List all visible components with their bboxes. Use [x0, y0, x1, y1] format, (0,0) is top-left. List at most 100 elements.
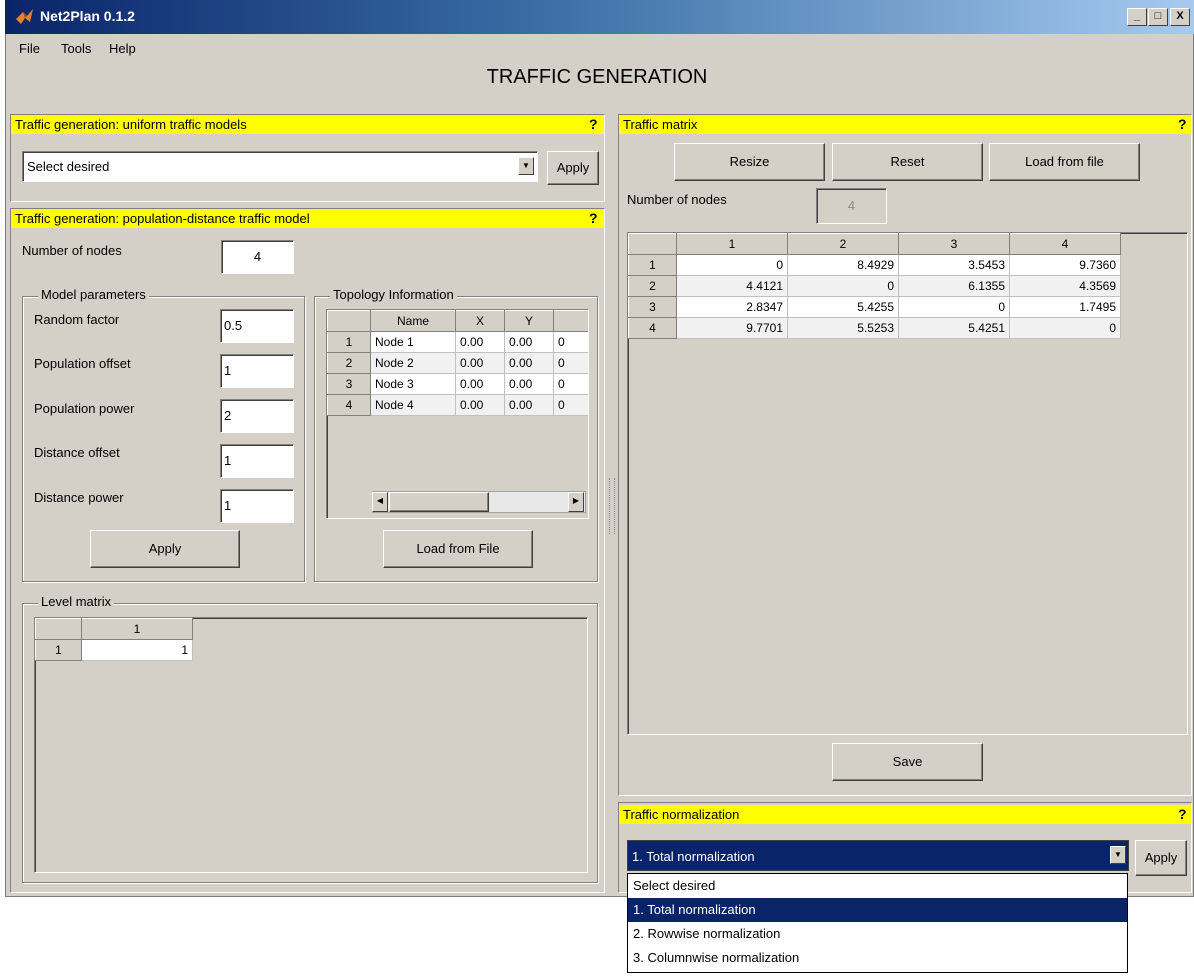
chevron-down-icon[interactable]: ▼ [518, 157, 534, 175]
table-cell[interactable]: 1.7495 [1009, 296, 1121, 318]
table-row[interactable]: 2 Node 2 0.00 0.00 0 [327, 352, 588, 374]
maximize-button[interactable]: □ [1148, 8, 1168, 26]
popdist-help-icon[interactable]: ? [589, 209, 598, 228]
uniform-apply-button[interactable]: Apply [547, 151, 599, 185]
table-cell[interactable]: 0.00 [504, 331, 554, 353]
table-row[interactable]: 3 2.8347 5.4255 0 1.7495 [628, 296, 1121, 318]
matrix-num-nodes-field: 4 [816, 188, 887, 224]
table-cell[interactable]: 0 [553, 394, 588, 416]
random-factor-input[interactable]: 0.5 [220, 309, 294, 343]
table-cell[interactable]: 2.8347 [676, 296, 788, 318]
table-cell[interactable]: 6.1355 [898, 275, 1010, 297]
menu-help[interactable]: Help [109, 41, 136, 56]
table-cell[interactable]: 8.4929 [787, 254, 899, 276]
normalization-apply-button[interactable]: Apply [1135, 840, 1187, 876]
distance-offset-input[interactable]: 1 [220, 444, 294, 478]
scroll-left-icon[interactable]: ◀ [372, 492, 388, 512]
reset-button[interactable]: Reset [832, 143, 983, 181]
table-cell[interactable]: 0.00 [455, 373, 505, 395]
title-bar[interactable] [5, 0, 1194, 34]
population-offset-input[interactable]: 1 [220, 354, 294, 388]
normalization-dropdown-list: Select desired 1. Total normalization 2.… [627, 873, 1128, 973]
table-cell[interactable]: 3.5453 [898, 254, 1010, 276]
table-cell[interactable]: 4.4121 [676, 275, 788, 297]
table-cell[interactable]: 0.00 [504, 394, 554, 416]
table-cell[interactable]: 5.4255 [787, 296, 899, 318]
normalization-select[interactable]: 1. Total normalization [627, 840, 1129, 871]
table-row[interactable]: 4 Node 4 0.00 0.00 0 [327, 394, 588, 416]
population-power-input[interactable]: 2 [220, 399, 294, 433]
table-cell[interactable]: 0.00 [504, 352, 554, 374]
load-matrix-button[interactable]: Load from file [989, 143, 1140, 181]
page-title: TRAFFIC GENERATION [486, 66, 708, 88]
column-header: 3 [898, 233, 1010, 255]
table-cell[interactable]: 5.4251 [898, 317, 1010, 339]
table-row[interactable]: 1 1 [35, 639, 193, 661]
corner-cell [35, 618, 82, 640]
table-cell[interactable]: 0.00 [504, 373, 554, 395]
table-cell[interactable]: 0 [553, 331, 588, 353]
row-header: 2 [628, 275, 677, 297]
table-cell[interactable]: 5.5253 [787, 317, 899, 339]
table-cell[interactable]: 9.7360 [1009, 254, 1121, 276]
table-row[interactable]: 3 Node 3 0.00 0.00 0 [327, 373, 588, 395]
menu-tools[interactable]: Tools [61, 41, 91, 56]
table-cell[interactable]: 0 [553, 373, 588, 395]
level-matrix-frame: 1 1 1 [34, 617, 588, 873]
table-cell[interactable]: 0.00 [455, 352, 505, 374]
dropdown-option[interactable]: Select desired [628, 874, 1127, 898]
table-cell[interactable]: Node 1 [370, 331, 456, 353]
distance-power-input[interactable]: 1 [220, 489, 294, 523]
minimize-button[interactable]: _ [1127, 8, 1147, 26]
table-cell[interactable]: 0 [676, 254, 788, 276]
dropdown-option[interactable]: 2. Rowwise normalization [628, 922, 1127, 946]
normalization-help-icon[interactable]: ? [1178, 805, 1187, 824]
load-topology-button[interactable]: Load from File [383, 530, 533, 568]
distance-power-label: Distance power [34, 490, 124, 505]
close-button[interactable]: X [1170, 8, 1190, 26]
table-cell[interactable]: 0 [1009, 317, 1121, 339]
scrollbar-thumb[interactable] [389, 492, 489, 512]
table-cell[interactable]: Node 2 [370, 352, 456, 374]
traffic-matrix-table: 1 2 3 4 1 0 8.4929 3.5453 9.7360 2 4.412… [628, 233, 1121, 339]
num-nodes-input[interactable]: 4 [221, 240, 294, 274]
scroll-right-icon[interactable]: ▶ [568, 492, 584, 512]
column-header: 1 [676, 233, 788, 255]
topology-table: Name X Y 1 Node 1 0.00 0.00 0 2 Node 2 0… [327, 310, 588, 416]
table-row[interactable]: 4 9.7701 5.5253 5.4251 0 [628, 317, 1121, 339]
dropdown-option-selected[interactable]: 1. Total normalization [628, 898, 1127, 922]
splitter-handle[interactable] [609, 478, 615, 534]
uniform-help-icon[interactable]: ? [589, 115, 598, 134]
row-header: 1 [628, 254, 677, 276]
table-row[interactable]: 1 Node 1 0.00 0.00 0 [327, 331, 588, 353]
normalization-header: Traffic normalization [619, 805, 1191, 824]
uniform-select[interactable]: Select desired [22, 151, 538, 182]
resize-button[interactable]: Resize [674, 143, 825, 181]
chevron-down-icon[interactable]: ▼ [1110, 846, 1126, 864]
table-row[interactable]: 2 4.4121 0 6.1355 4.3569 [628, 275, 1121, 297]
table-cell[interactable]: 0 [553, 352, 588, 374]
dropdown-option[interactable]: 3. Columnwise normalization [628, 946, 1127, 970]
traffic-matrix-help-icon[interactable]: ? [1178, 115, 1187, 134]
traffic-matrix-frame: 1 2 3 4 1 0 8.4929 3.5453 9.7360 2 4.412… [627, 232, 1188, 735]
column-header: 4 [1009, 233, 1121, 255]
topology-title: Topology Information [330, 287, 457, 302]
table-cell[interactable]: 0.00 [455, 394, 505, 416]
table-cell[interactable]: 0.00 [455, 331, 505, 353]
save-matrix-button[interactable]: Save [832, 743, 983, 781]
row-header: 3 [327, 373, 371, 395]
column-header: Y [504, 310, 554, 332]
row-header: 1 [327, 331, 371, 353]
table-cell[interactable]: Node 3 [370, 373, 456, 395]
table-row[interactable]: 1 0 8.4929 3.5453 9.7360 [628, 254, 1121, 276]
table-cell[interactable]: 0 [787, 275, 899, 297]
column-header: X [455, 310, 505, 332]
table-cell[interactable]: 4.3569 [1009, 275, 1121, 297]
menu-file[interactable]: File [19, 41, 40, 56]
model-apply-button[interactable]: Apply [90, 530, 240, 568]
table-cell[interactable]: 9.7701 [676, 317, 788, 339]
table-cell[interactable]: 0 [898, 296, 1010, 318]
table-cell[interactable]: 1 [81, 639, 193, 661]
table-cell[interactable]: Node 4 [370, 394, 456, 416]
corner-cell [628, 233, 677, 255]
